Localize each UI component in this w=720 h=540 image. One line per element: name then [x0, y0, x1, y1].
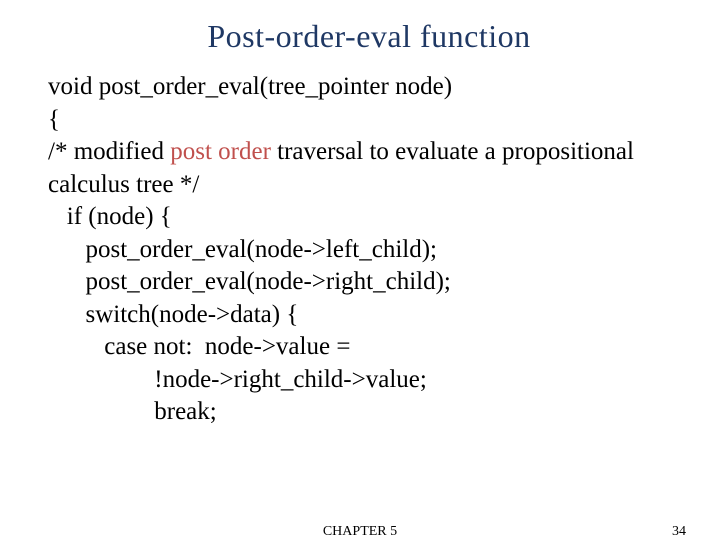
code-line: if (node) { [48, 201, 690, 234]
slide-title: Post-order-eval function [48, 18, 690, 55]
code-line: /* modified post order traversal to eval… [48, 136, 690, 169]
slide: Post-order-eval function void post_order… [0, 0, 720, 540]
code-line: calculus tree */ [48, 169, 690, 202]
code-line: switch(node->data) { [48, 299, 690, 332]
code-line: case not: node->value = [48, 331, 690, 364]
code-line: post_order_eval(node->right_child); [48, 266, 690, 299]
footer-page-number: 34 [672, 524, 686, 540]
code-line: void post_order_eval(tree_pointer node) [48, 71, 690, 104]
highlight-text: post order [170, 138, 271, 165]
footer-chapter: CHAPTER 5 [0, 524, 720, 540]
code-block: void post_order_eval(tree_pointer node) … [48, 71, 690, 429]
code-line: !node->right_child->value; [48, 364, 690, 397]
code-line: { [48, 104, 690, 137]
code-fragment: /* modified [48, 138, 170, 165]
code-line: break; [48, 396, 690, 429]
code-fragment: traversal to evaluate a propositional [271, 138, 634, 165]
code-line: post_order_eval(node->left_child); [48, 234, 690, 267]
